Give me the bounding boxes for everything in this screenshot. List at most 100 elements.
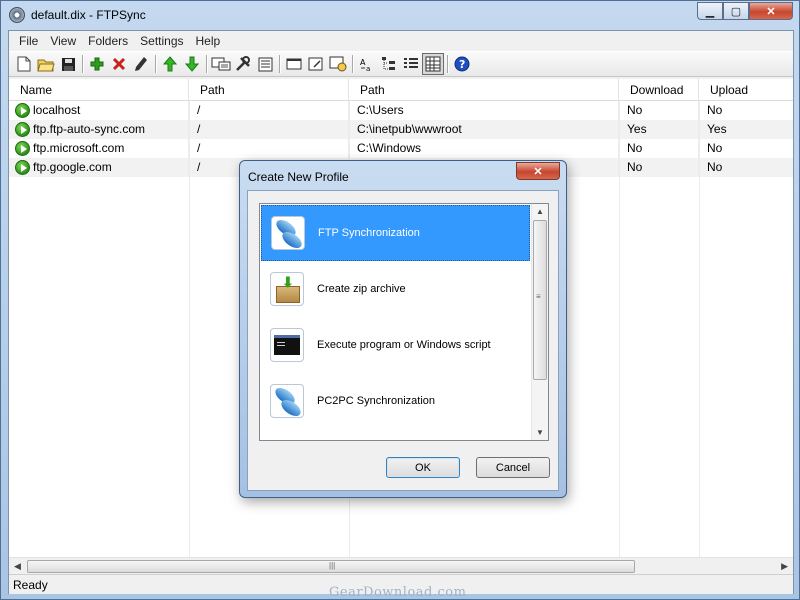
- list-item-label: FTP Synchronization: [318, 227, 420, 239]
- download-cell: No: [619, 101, 699, 120]
- toolbar-separator: [155, 55, 156, 73]
- table-row[interactable]: localhost / C:\Users No No: [9, 101, 793, 120]
- name-cell: ftp.google.com: [9, 158, 189, 177]
- upload-cell: No: [707, 141, 723, 155]
- menu-bar: File View Folders Settings Help: [9, 31, 793, 51]
- toolbar-separator: [279, 55, 280, 73]
- list-item-execute-program[interactable]: Execute program or Windows script: [261, 317, 530, 373]
- list-item-label: PC2PC Synchronization: [317, 395, 436, 407]
- toolbar-separator: [206, 55, 207, 73]
- toolbar-separator: [352, 55, 353, 73]
- profile-name: ftp.ftp-auto-sync.com: [33, 122, 146, 136]
- remote-path-cell: /: [189, 120, 349, 139]
- new-file-icon[interactable]: [13, 53, 35, 75]
- maximize-button[interactable]: ▢: [723, 2, 749, 20]
- scroll-up-icon[interactable]: ▲: [536, 207, 544, 216]
- ftp-sync-icon: [271, 216, 305, 250]
- window-settings-icon[interactable]: [327, 53, 349, 75]
- close-button[interactable]: ✕: [749, 2, 793, 20]
- open-folder-icon[interactable]: [35, 53, 57, 75]
- upload-cell: No: [707, 103, 723, 117]
- pc2pc-sync-icon: [270, 384, 304, 418]
- profile-name: ftp.google.com: [33, 160, 112, 174]
- scroll-right-icon[interactable]: ▶: [781, 561, 788, 572]
- computer-icon[interactable]: [210, 53, 232, 75]
- scroll-left-icon[interactable]: ◀: [14, 561, 21, 572]
- list-item-zip-archive[interactable]: ⬇ Create zip archive: [261, 261, 530, 317]
- menu-help[interactable]: Help: [190, 34, 227, 48]
- name-cell: localhost: [9, 101, 189, 120]
- local-path-cell: C:\Users: [349, 101, 619, 120]
- scroll-down-icon[interactable]: ▼: [536, 428, 544, 437]
- toolbar-separator: [447, 55, 448, 73]
- help-icon[interactable]: ?: [451, 53, 473, 75]
- column-header-path[interactable]: Path: [189, 79, 349, 101]
- column-header-name[interactable]: Name: [9, 79, 189, 101]
- window-icon[interactable]: [283, 53, 305, 75]
- ok-button[interactable]: OK: [386, 457, 460, 478]
- cancel-button[interactable]: Cancel: [476, 457, 550, 478]
- move-down-icon[interactable]: [181, 53, 203, 75]
- watermark: GearDownload.com: [329, 585, 467, 600]
- upload-cell: No: [707, 160, 723, 174]
- menu-view[interactable]: View: [44, 34, 82, 48]
- toolbar: Aa ?: [9, 51, 793, 77]
- toolbar-separator: [82, 55, 83, 73]
- play-icon: [15, 141, 30, 156]
- list-item-ftp-sync[interactable]: FTP Synchronization: [261, 205, 530, 261]
- table-row[interactable]: ftp.microsoft.com / C:\Windows No No: [9, 139, 793, 158]
- menu-settings[interactable]: Settings: [134, 34, 189, 48]
- tools-icon[interactable]: [232, 53, 254, 75]
- dialog-close-button[interactable]: ✕: [516, 162, 560, 180]
- console-icon: [270, 328, 304, 362]
- sort-icon[interactable]: Aa: [356, 53, 378, 75]
- table-row[interactable]: ftp.ftp-auto-sync.com / C:\inetpub\wwwro…: [9, 120, 793, 139]
- horizontal-scrollbar[interactable]: ◀ ||| ▶: [9, 557, 793, 574]
- name-cell: ftp.ftp-auto-sync.com: [9, 120, 189, 139]
- tree-icon[interactable]: [378, 53, 400, 75]
- list-item-pc2pc-sync[interactable]: PC2PC Synchronization: [261, 373, 530, 429]
- window-edit-icon[interactable]: [305, 53, 327, 75]
- status-text: Ready: [13, 578, 48, 592]
- minimize-button[interactable]: ▁: [697, 2, 723, 20]
- list-icon[interactable]: [254, 53, 276, 75]
- scroll-grip-icon: |||: [329, 561, 336, 570]
- move-up-icon[interactable]: [159, 53, 181, 75]
- add-icon[interactable]: [86, 53, 108, 75]
- create-profile-dialog: Create New Profile ✕ FTP Synchronization…: [239, 160, 567, 498]
- name-cell: ftp.microsoft.com: [9, 139, 189, 158]
- remote-path-cell: /: [189, 101, 349, 120]
- zip-archive-icon: ⬇: [270, 272, 304, 306]
- profile-type-list: FTP Synchronization ⬇ Create zip archive…: [259, 203, 549, 441]
- vertical-scrollbar[interactable]: ▲ ≡ ▼: [531, 204, 548, 440]
- column-header-local-path[interactable]: Path: [349, 79, 619, 101]
- svg-text:a: a: [366, 65, 370, 72]
- edit-icon[interactable]: [130, 53, 152, 75]
- grid-view-icon[interactable]: [422, 53, 444, 75]
- play-icon: [15, 122, 30, 137]
- menu-file[interactable]: File: [13, 34, 44, 48]
- window-title: default.dix - FTPSync: [31, 8, 146, 22]
- profile-name: ftp.microsoft.com: [33, 141, 125, 155]
- menu-folders[interactable]: Folders: [82, 34, 134, 48]
- grid-header: Name Path Path Download Upload: [9, 79, 793, 101]
- dialog-body: FTP Synchronization ⬇ Create zip archive…: [247, 190, 559, 491]
- title-bar[interactable]: default.dix - FTPSync ▁ ▢ ✕: [1, 1, 799, 29]
- upload-cell: Yes: [707, 122, 727, 136]
- delete-icon[interactable]: [108, 53, 130, 75]
- window-controls: ▁ ▢ ✕: [697, 2, 793, 20]
- details-icon[interactable]: [400, 53, 422, 75]
- column-header-upload[interactable]: Upload: [699, 79, 793, 101]
- play-icon: [15, 160, 30, 175]
- list-item-label: Execute program or Windows script: [317, 339, 491, 351]
- dialog-title: Create New Profile: [248, 170, 349, 184]
- column-header-download[interactable]: Download: [619, 79, 699, 101]
- svg-text:?: ?: [459, 58, 465, 71]
- save-icon[interactable]: [57, 53, 79, 75]
- download-cell: Yes: [619, 120, 699, 139]
- list-item-label: Create zip archive: [317, 283, 406, 295]
- profile-name: localhost: [33, 103, 81, 117]
- scroll-grip-icon: ≡: [536, 292, 541, 301]
- local-path-cell: C:\inetpub\wwwroot: [349, 120, 619, 139]
- download-cell: No: [619, 139, 699, 158]
